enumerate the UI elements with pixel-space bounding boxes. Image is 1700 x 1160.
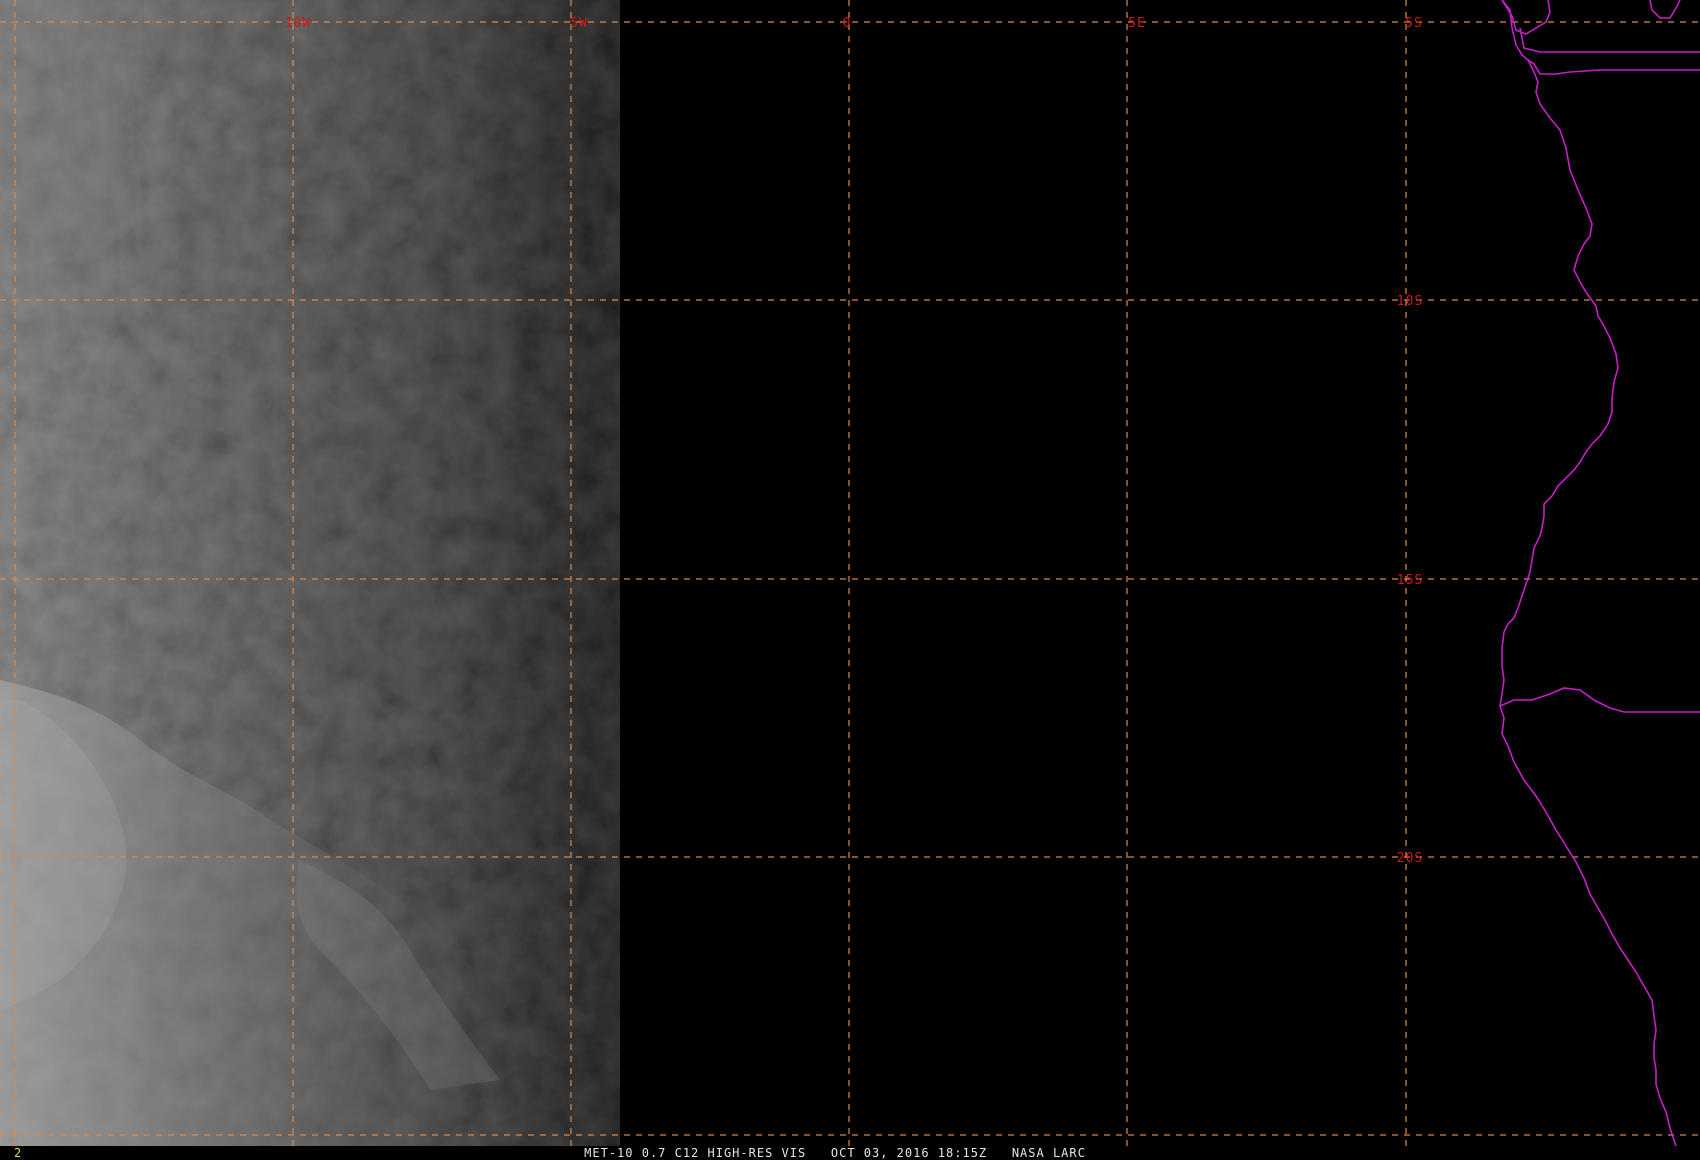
grid-label: 10W	[285, 16, 311, 31]
caption-bar: 2 MET-10 0.7 C12 HIGH-RES VIS OCT 03, 20…	[0, 1146, 1700, 1160]
cloud-cover	[0, 0, 620, 1146]
cloud-band-northwest	[0, 0, 143, 252]
grid-label: 5S	[1405, 16, 1423, 31]
image-caption: MET-10 0.7 C12 HIGH-RES VIS OCT 03, 2016…	[584, 1146, 1086, 1160]
satellite-map: 10W 5W 0 5E 5S 10S 15S 20S	[0, 0, 1700, 1147]
grid-label: 10S	[1397, 294, 1423, 309]
grid-label: 5E	[1128, 16, 1146, 31]
satellite-image-viewer: 10W 5W 0 5E 5S 10S 15S 20S 2 MET-10 0.7 C12 HIG…	[0, 0, 1700, 1160]
grid-label: 5W	[570, 16, 588, 31]
grid-label: 0	[843, 16, 852, 31]
grid-label: 20S	[1397, 851, 1423, 866]
grid-label: 15S	[1397, 573, 1423, 588]
